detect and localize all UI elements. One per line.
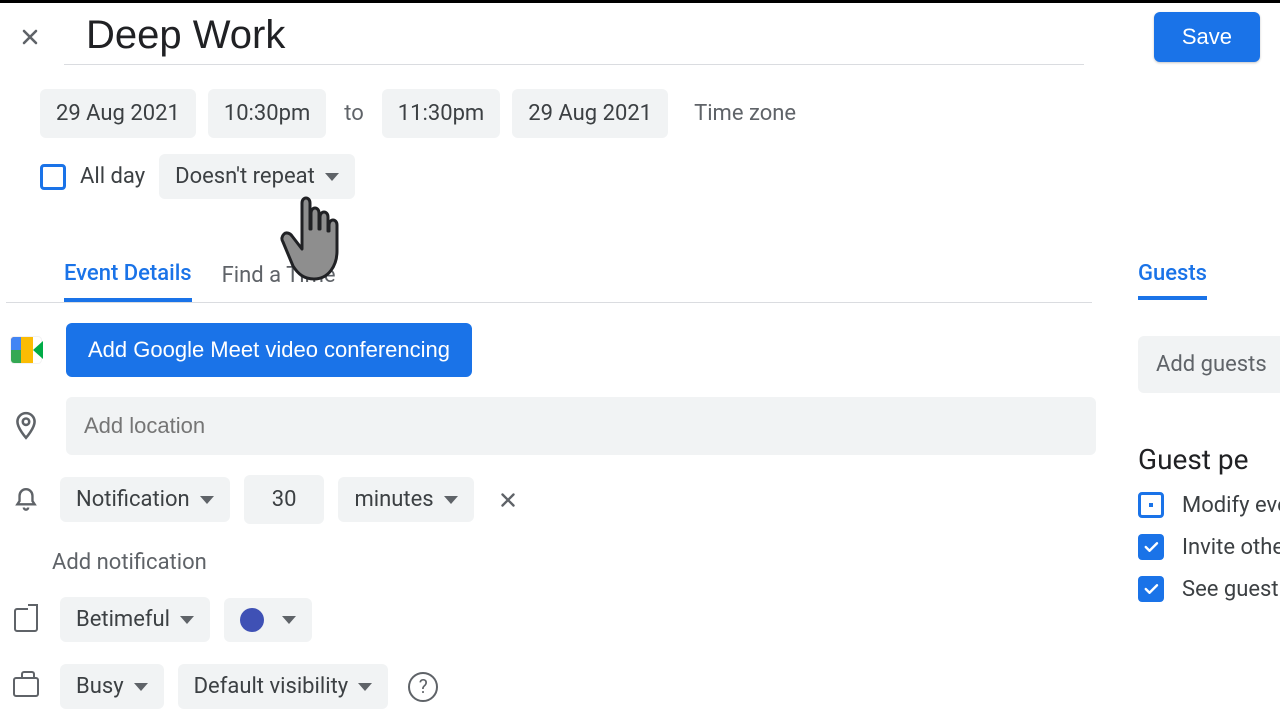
notification-type-dropdown[interactable]: Notification xyxy=(60,477,230,522)
remove-notification-button[interactable] xyxy=(488,480,528,520)
chevron-down-icon xyxy=(180,616,194,624)
availability-dropdown[interactable]: Busy xyxy=(60,664,164,709)
end-date-chip[interactable]: 29 Aug 2021 xyxy=(512,89,668,138)
availability-label: Busy xyxy=(76,674,124,699)
location-input[interactable] xyxy=(66,397,1096,455)
google-meet-icon xyxy=(6,330,46,370)
invite-others-label: Invite others xyxy=(1182,535,1280,560)
tab-find-a-time[interactable]: Find a Time xyxy=(222,263,336,300)
invite-others-checkbox[interactable] xyxy=(1138,534,1164,560)
end-time-chip[interactable]: 11:30pm xyxy=(382,89,500,138)
start-date-chip[interactable]: 29 Aug 2021 xyxy=(40,89,196,138)
add-guests-input[interactable]: Add guests xyxy=(1138,336,1280,393)
to-label: to xyxy=(338,89,370,138)
chevron-down-icon xyxy=(282,616,296,624)
chevron-down-icon xyxy=(200,496,214,504)
add-notification-button[interactable]: Add notification xyxy=(0,524,1100,575)
recurrence-dropdown[interactable]: Doesn't repeat xyxy=(159,154,355,199)
notification-unit-dropdown[interactable]: minutes xyxy=(338,477,473,522)
location-icon xyxy=(6,406,46,446)
recurrence-label: Doesn't repeat xyxy=(175,164,315,189)
bell-icon xyxy=(6,480,46,520)
event-title-input[interactable] xyxy=(78,9,1088,62)
close-icon[interactable] xyxy=(10,17,50,57)
calendar-icon xyxy=(6,600,46,640)
notification-type-label: Notification xyxy=(76,487,190,512)
calendar-name-label: Betimeful xyxy=(76,607,170,632)
start-time-chip[interactable]: 10:30pm xyxy=(208,89,326,138)
all-day-checkbox[interactable] xyxy=(40,164,66,190)
title-underline xyxy=(64,64,1084,65)
chevron-down-icon xyxy=(444,496,458,504)
all-day-label: All day xyxy=(80,164,145,189)
notification-value-input[interactable]: 30 xyxy=(244,475,325,524)
timezone-button[interactable]: Time zone xyxy=(694,101,796,126)
modify-event-label: Modify eve xyxy=(1182,493,1280,518)
briefcase-icon xyxy=(6,667,46,707)
see-guest-list-checkbox[interactable] xyxy=(1138,576,1164,602)
visibility-label: Default visibility xyxy=(194,674,349,699)
color-swatch xyxy=(240,608,264,632)
add-google-meet-button[interactable]: Add Google Meet video conferencing xyxy=(66,323,472,377)
notification-unit-label: minutes xyxy=(354,487,433,512)
tab-event-details[interactable]: Event Details xyxy=(64,261,192,302)
chevron-down-icon xyxy=(325,173,339,181)
tab-guests[interactable]: Guests xyxy=(1138,261,1207,300)
calendar-dropdown[interactable]: Betimeful xyxy=(60,597,210,642)
chevron-down-icon xyxy=(134,683,148,691)
save-button[interactable]: Save xyxy=(1154,12,1260,62)
modify-event-checkbox[interactable] xyxy=(1138,492,1164,518)
visibility-dropdown[interactable]: Default visibility xyxy=(178,664,389,709)
see-guest-list-label: See guest li xyxy=(1182,577,1280,602)
guest-permissions-title: Guest pe xyxy=(1138,443,1280,476)
chevron-down-icon xyxy=(358,683,372,691)
help-icon[interactable]: ? xyxy=(408,672,438,702)
calendar-color-dropdown[interactable] xyxy=(224,598,312,642)
